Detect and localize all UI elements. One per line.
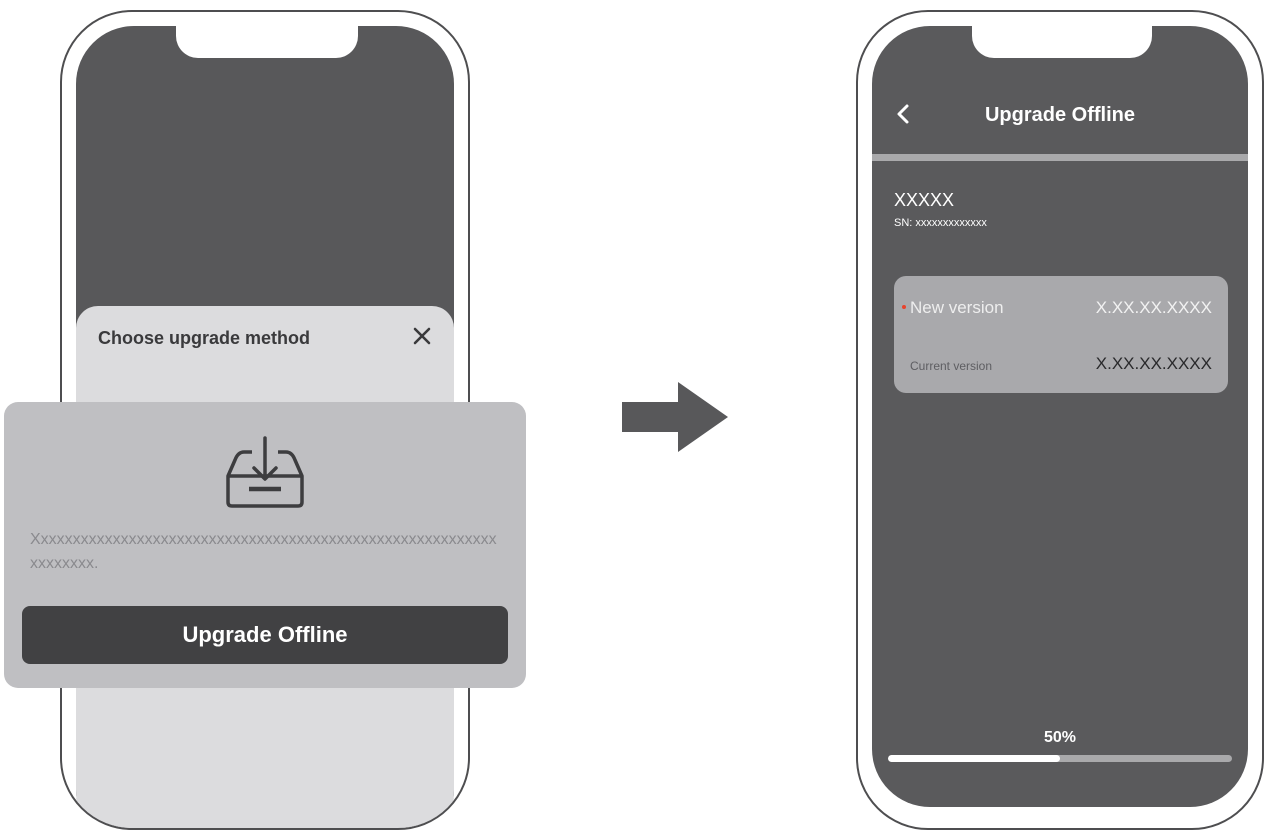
phone-right: Upgrade Offline XXXXX SN: xxxxxxxxxxxxx … bbox=[856, 10, 1264, 830]
page-title: Upgrade Offline bbox=[984, 104, 1135, 126]
arrow-right-icon bbox=[622, 382, 728, 452]
option-description: Xxxxxxxxxxxxxxxxxxxxxxxxxxxxxxxxxxxxxxxx… bbox=[30, 531, 497, 572]
current-version-label: Current version bbox=[910, 359, 993, 373]
upgrade-offline-button[interactable]: Upgrade Offline bbox=[22, 606, 508, 664]
header-divider bbox=[872, 154, 1248, 161]
phone-notch bbox=[176, 26, 358, 58]
upgrade-offline-option-card[interactable]: Xxxxxxxxxxxxxxxxxxxxxxxxxxxxxxxxxxxxxxxx… bbox=[4, 402, 526, 688]
progress-bar-fill bbox=[888, 755, 1060, 762]
phone-notch bbox=[972, 26, 1152, 58]
phone-right-screen: Upgrade Offline XXXXX SN: xxxxxxxxxxxxx … bbox=[872, 26, 1248, 807]
device-serial: SN: xxxxxxxxxxxxx bbox=[894, 217, 987, 229]
progress-bar bbox=[888, 755, 1232, 762]
download-box-icon bbox=[222, 432, 308, 512]
current-version-value: X.XX.XX.XXXX bbox=[1095, 354, 1212, 373]
new-version-indicator-dot bbox=[902, 305, 906, 309]
new-version-value: X.XX.XX.XXXX bbox=[1095, 298, 1212, 317]
sheet-title: Choose upgrade method bbox=[98, 328, 311, 348]
device-name: XXXXX bbox=[894, 190, 955, 210]
close-icon[interactable] bbox=[408, 322, 436, 350]
progress-percentage: 50% bbox=[1043, 729, 1077, 746]
new-version-label: New version bbox=[910, 298, 1004, 317]
version-card: New version X.XX.XX.XXXX Current version… bbox=[894, 276, 1228, 393]
